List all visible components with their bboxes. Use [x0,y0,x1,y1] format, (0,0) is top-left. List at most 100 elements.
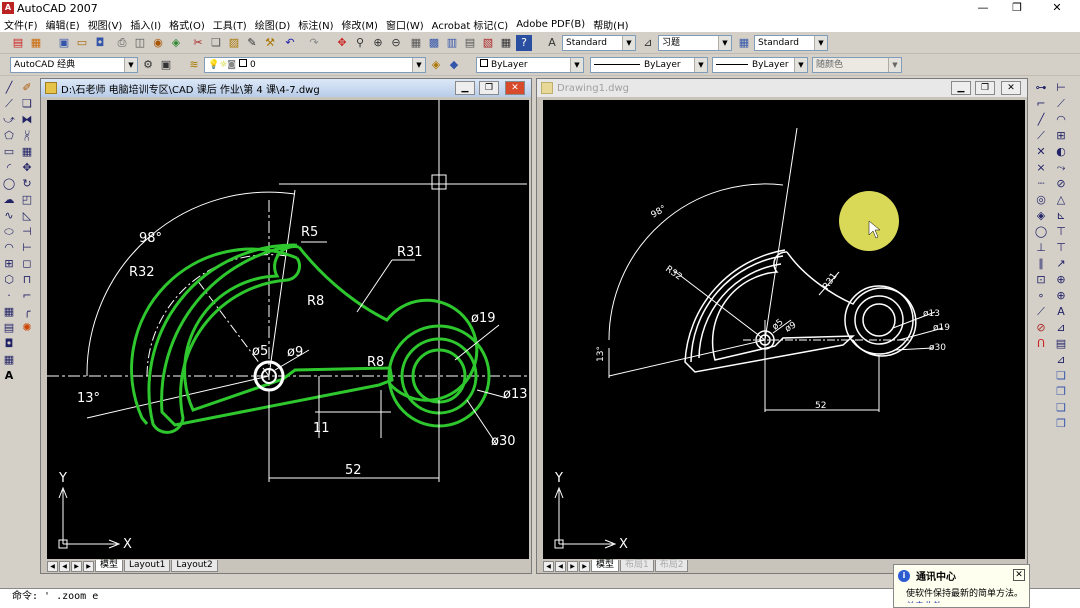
menu-draw[interactable]: 绘图(D) [255,17,291,32]
tab-prev-icon[interactable]: ◀ [59,560,70,572]
design-center-icon[interactable]: ▩ [426,35,442,51]
zoom-previous-icon[interactable]: ⊖ [388,35,404,51]
tool-palettes-icon[interactable]: ▥ [444,35,460,51]
menu-format[interactable]: 格式(O) [169,17,205,32]
autocad-app-icon[interactable]: A [2,2,14,14]
snap-center-icon[interactable]: ◎ [1033,192,1049,208]
undo-icon[interactable]: ↶ [282,35,298,51]
snap-parallel-icon[interactable]: ∥ [1033,256,1049,272]
markup-icon[interactable]: ▧ [480,35,496,51]
tab-first-icon[interactable]: ◀ [543,560,554,572]
tab-layout2[interactable]: 布局2 [654,560,689,572]
tolerance-icon[interactable]: ⊕ [1053,272,1069,288]
osnap-settings-icon[interactable]: Ո [1033,336,1049,352]
snap-node-icon[interactable]: ∘ [1033,288,1049,304]
layer-previous-icon[interactable]: ◆ [446,57,462,73]
block-editor-icon[interactable]: ⚒ [262,35,278,51]
doc2-close-button[interactable]: ✕ [1001,81,1021,95]
ellipse-arc-icon[interactable]: ◠ [1,240,17,256]
doc1-minimize-button[interactable]: ▁ [455,81,475,95]
insert-block-icon[interactable]: ⊞ [1,256,17,272]
quick-dim-icon[interactable]: ⊾ [1053,208,1069,224]
table-icon[interactable]: ▦ [1,352,17,368]
rotate-icon[interactable]: ↻ [19,176,35,192]
scale-icon[interactable]: ◰ [19,192,35,208]
tab-last-icon[interactable]: ▶ [83,560,94,572]
menu-window[interactable]: 窗口(W) [386,17,424,32]
snap-insert-icon[interactable]: ⊡ [1033,272,1049,288]
explode-icon[interactable]: ✺ [19,320,35,336]
copy-icon[interactable]: ❏ [208,35,224,51]
tab-next-icon[interactable]: ▶ [71,560,82,572]
help-icon[interactable]: ? [516,35,532,51]
restore-button[interactable]: ❐ [1000,0,1034,16]
workspace-select[interactable]: AutoCAD 经典 ▼ [10,57,138,73]
revcloud-icon[interactable]: ☁ [1,192,17,208]
doc1-close-button[interactable]: ✕ [505,81,525,95]
snap-none-icon[interactable]: ⊘ [1033,320,1049,336]
dim-style-icon[interactable]: ⊿ [640,35,656,51]
preview-icon[interactable]: ◫ [132,35,148,51]
color-select[interactable]: ByLayer ▼ [476,57,584,73]
tab-model[interactable]: 模型 [95,560,124,572]
menu-edit[interactable]: 编辑(E) [46,17,80,32]
dim-style-select[interactable]: 习题 ▼ [658,35,732,51]
sheet-set-icon[interactable]: ▤ [462,35,478,51]
lineweight-select[interactable]: ByLayer ▼ [712,57,808,73]
dim-continue-icon[interactable]: ⊤ [1053,240,1069,256]
polygon-icon[interactable]: ⬠ [1,128,17,144]
bring-front-icon[interactable]: ❐ [1053,384,1069,400]
tab-layout1[interactable]: 布局1 [620,560,654,572]
disk-icon[interactable]: ◘ [92,35,108,51]
menu-help[interactable]: 帮助(H) [593,17,628,32]
communication-center-popup[interactable]: i 通讯中心 ✕ 使软件保持最新的简单方法。 单击此处 [893,564,1030,608]
publish-icon[interactable]: ◉ [150,35,166,51]
make-block-icon[interactable]: ⬡ [1,272,17,288]
table-style-select[interactable]: Standard ▼ [754,35,828,51]
properties-icon[interactable]: ▦ [408,35,424,51]
doc2-drawing-canvas[interactable]: 98° R32 R31 ø5 ø9 ø13 ø19 ø30 13° 52 Y X [543,100,1025,559]
break-icon[interactable]: ◻ [19,256,35,272]
pan-icon[interactable]: ✥ [334,35,350,51]
dim-linear-icon[interactable]: ⊢ [1053,80,1069,96]
tab-layout1[interactable]: Layout1 [124,560,171,572]
minimize-button[interactable]: — [966,0,1000,16]
snap-perpendicular-icon[interactable]: ⊥ [1033,240,1049,256]
bring-above-icon[interactable]: ❒ [1053,416,1069,432]
layer-select[interactable]: 💡☼◙ 0 ▼ [204,57,426,73]
snap-tracking-icon[interactable]: ⊶ [1033,80,1049,96]
move-icon[interactable]: ✥ [19,160,35,176]
dim-text-edit-icon[interactable]: ⊿ [1053,320,1069,336]
spline-icon[interactable]: ∿ [1,208,17,224]
save-workspace-icon[interactable]: ▣ [158,57,174,73]
tab-first-icon[interactable]: ◀ [47,560,58,572]
menu-tools[interactable]: 工具(T) [213,17,247,32]
mirror-icon[interactable]: ⧓ [19,112,35,128]
folder-icon[interactable]: ▭ [74,35,90,51]
dim-arclength-icon[interactable]: ◠ [1053,112,1069,128]
line-icon[interactable]: ╱ [1,80,17,96]
dim-ordinate-icon[interactable]: ⊞ [1053,128,1069,144]
send-back-icon[interactable]: ❑ [1053,400,1069,416]
polyline-icon[interactable]: ⤻ [1,112,17,128]
chamfer-icon[interactable]: ⌐ [19,288,35,304]
join-icon[interactable]: ⊓ [19,272,35,288]
array-icon[interactable]: ▦ [19,144,35,160]
draw-order-icon[interactable]: ❏ [1053,368,1069,384]
text-style-select[interactable]: Standard ▼ [562,35,636,51]
open-icon[interactable]: ▦ [28,35,44,51]
dim-baseline-icon[interactable]: ⊤ [1053,224,1069,240]
redo-icon[interactable]: ↷ [306,35,322,51]
hatch-icon[interactable]: ▦ [1,304,17,320]
ellipse-icon[interactable]: ⬭ [1,224,17,240]
dim-angular-icon[interactable]: △ [1053,192,1069,208]
menu-modify[interactable]: 修改(M) [342,17,378,32]
popup-link[interactable]: 单击此处 [894,599,1029,603]
quick-leader-icon[interactable]: ↗ [1053,256,1069,272]
new-icon[interactable]: ▤ [10,35,26,51]
tab-prev-icon[interactable]: ◀ [555,560,566,572]
point-icon[interactable]: · [1,288,17,304]
offset-icon[interactable]: ⩈ [19,128,35,144]
menu-file[interactable]: 文件(F) [4,17,38,32]
trim-icon[interactable]: ⊣ [19,224,35,240]
